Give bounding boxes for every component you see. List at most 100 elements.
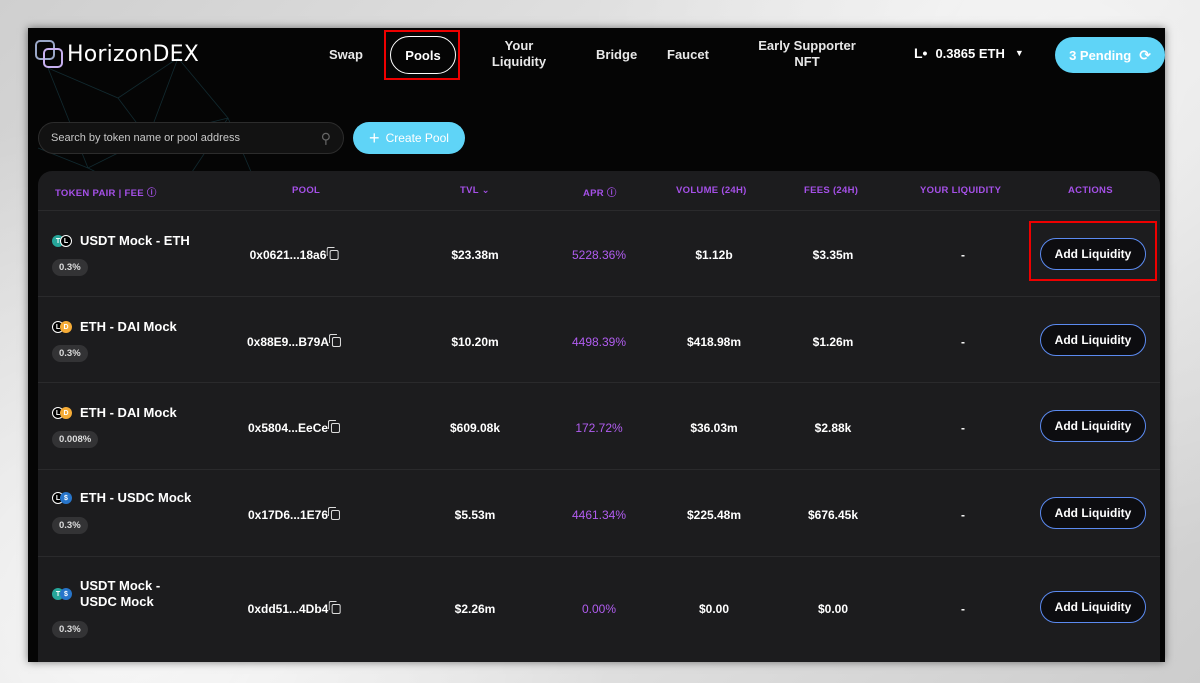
copy-icon[interactable]	[329, 334, 342, 347]
usdc-icon: $	[60, 492, 72, 504]
search-input[interactable]	[51, 132, 321, 144]
copy-icon[interactable]	[328, 601, 341, 614]
add-liquidity-button[interactable]: Add Liquidity	[1040, 591, 1146, 623]
pools-table: TOKEN PAIR | FEE ⓘ POOL TVL ⌄ APR ⓘ VOLU…	[38, 171, 1160, 662]
nav-bridge[interactable]: Bridge	[596, 47, 637, 63]
logo[interactable]: HorizonDEX	[33, 38, 199, 70]
apr-value: 4498.39%	[571, 335, 627, 349]
add-liquidity-button[interactable]: Add Liquidity	[1040, 497, 1146, 529]
fees-value: $3.35m	[812, 248, 854, 262]
create-pool-label: Create Pool	[385, 131, 449, 145]
plus-icon: +	[369, 128, 380, 148]
your-liquidity-value: -	[961, 248, 965, 262]
table-row: L D ETH - DAI Mock 0.3% 0x88E9...B79A $1…	[38, 297, 1160, 383]
pair-name: ETH - DAI Mock	[80, 319, 177, 334]
token-pair-icons: T $	[52, 587, 74, 601]
pair-name: ETH - USDC Mock	[80, 490, 192, 505]
token-pair: L $ ETH - USDC Mock	[52, 490, 191, 506]
fees-value: $0.00	[817, 602, 849, 616]
copy-icon[interactable]	[328, 420, 341, 433]
table-row: L $ ETH - USDC Mock 0.3% 0x17D6...1E76 $…	[38, 470, 1160, 557]
pool-address[interactable]: 0x5804...EeCe	[248, 420, 341, 435]
fee-badge: 0.3%	[52, 345, 88, 362]
dai-icon: D	[60, 407, 72, 419]
fee-badge: 0.3%	[52, 621, 88, 638]
logo-icon	[33, 38, 65, 70]
pair-name: USDT Mock - USDC Mock	[80, 578, 161, 609]
wallet-balance[interactable]: L• 0.3865 ETH ▼	[914, 45, 1024, 61]
token-pair: T $ USDT Mock - USDC Mock	[52, 578, 160, 610]
search-icon: ⚲	[320, 129, 331, 146]
balance-amount: 0.3865 ETH	[935, 45, 1005, 61]
logo-text: HorizonDEX	[67, 41, 200, 67]
pool-address[interactable]: 0x0621...18a6	[250, 247, 339, 262]
nav-your-liquidity[interactable]: Your Liquidity	[484, 38, 554, 70]
copy-icon[interactable]	[326, 247, 339, 260]
pools-highlight-box	[384, 30, 460, 80]
copy-icon[interactable]	[328, 507, 341, 520]
usdc-icon: $	[60, 588, 72, 600]
apr-value: 0.00%	[581, 602, 617, 616]
col-apr[interactable]: APR ⓘ	[583, 185, 617, 199]
your-liquidity-value: -	[961, 602, 965, 616]
pair-name: USDT Mock - ETH	[80, 233, 190, 248]
col-token-pair[interactable]: TOKEN PAIR | FEE ⓘ	[55, 185, 157, 199]
table-header: TOKEN PAIR | FEE ⓘ POOL TVL ⌄ APR ⓘ VOLU…	[38, 171, 1160, 211]
volume-value: $225.48m	[686, 508, 742, 522]
fees-value: $676.45k	[807, 508, 859, 522]
col-your-liquidity: YOUR LIQUIDITY	[920, 185, 1002, 196]
tvl-value: $5.53m	[454, 508, 496, 522]
volume-value: $418.98m	[686, 335, 742, 349]
table-row: L D ETH - DAI Mock 0.008% 0x5804...EeCe …	[38, 383, 1160, 470]
table-row: T L USDT Mock - ETH 0.3% 0x0621...18a6 $…	[38, 211, 1160, 297]
your-liquidity-value: -	[961, 421, 965, 435]
fee-badge: 0.3%	[52, 259, 88, 276]
pool-search[interactable]: ⚲	[38, 122, 344, 154]
tvl-value: $10.20m	[451, 335, 499, 349]
token-pair-icons: L D	[52, 406, 74, 420]
network-icon: L•	[914, 45, 928, 61]
add-liquidity-button[interactable]: Add Liquidity	[1040, 410, 1146, 442]
col-fees: FEES (24H)	[804, 185, 859, 196]
tvl-value: $2.26m	[454, 602, 496, 616]
apr-value: 4461.34%	[571, 508, 627, 522]
create-pool-button[interactable]: + Create Pool	[353, 122, 465, 154]
apr-value: 172.72%	[575, 421, 623, 435]
pair-name: ETH - DAI Mock	[80, 405, 177, 420]
app-window: HorizonDEX Swap Pools Your Liquidity Bri…	[28, 28, 1165, 662]
sort-chevron-icon: ⌄	[481, 185, 490, 196]
table-row: T $ USDT Mock - USDC Mock 0.3% 0xdd51...…	[38, 557, 1160, 662]
col-tvl[interactable]: TVL ⌄	[460, 185, 490, 196]
volume-value: $1.12b	[695, 248, 733, 262]
pending-label: 3 Pending	[1069, 47, 1132, 63]
pool-address[interactable]: 0x88E9...B79A	[247, 334, 342, 349]
your-liquidity-value: -	[961, 508, 965, 522]
info-icon: ⓘ	[606, 188, 617, 199]
add-liquidity-button[interactable]: Add Liquidity	[1040, 324, 1146, 356]
col-actions: ACTIONS	[1068, 185, 1113, 196]
tvl-value: $609.08k	[449, 421, 501, 435]
nav-swap[interactable]: Swap	[329, 47, 363, 63]
your-liquidity-value: -	[961, 335, 965, 349]
nav-early-supporter-nft[interactable]: Early Supporter NFT	[748, 38, 866, 70]
token-pair: T L USDT Mock - ETH	[52, 233, 190, 249]
volume-value: $36.03m	[690, 421, 738, 435]
fee-badge: 0.3%	[52, 517, 88, 534]
token-pair: L D ETH - DAI Mock	[52, 319, 177, 335]
eth-icon: L	[60, 235, 72, 247]
token-pair-icons: L $	[52, 491, 74, 505]
pool-address[interactable]: 0x17D6...1E76	[248, 507, 341, 522]
col-pool: POOL	[292, 185, 321, 196]
token-pair: L D ETH - DAI Mock	[52, 405, 177, 421]
pending-transactions-button[interactable]: 3 Pending ⟳	[1055, 37, 1165, 73]
apr-value: 5228.36%	[571, 248, 627, 262]
fees-value: $2.88k	[814, 421, 852, 435]
nav-faucet[interactable]: Faucet	[667, 47, 709, 63]
fee-badge: 0.008%	[52, 431, 99, 448]
token-pair-icons: T L	[52, 234, 74, 248]
token-pair-icons: L D	[52, 320, 74, 334]
add-liquidity-highlight-box	[1029, 221, 1157, 281]
pool-address[interactable]: 0xdd51...4Db4	[248, 601, 341, 616]
col-volume: VOLUME (24H)	[676, 185, 747, 196]
volume-value: $0.00	[698, 602, 730, 616]
